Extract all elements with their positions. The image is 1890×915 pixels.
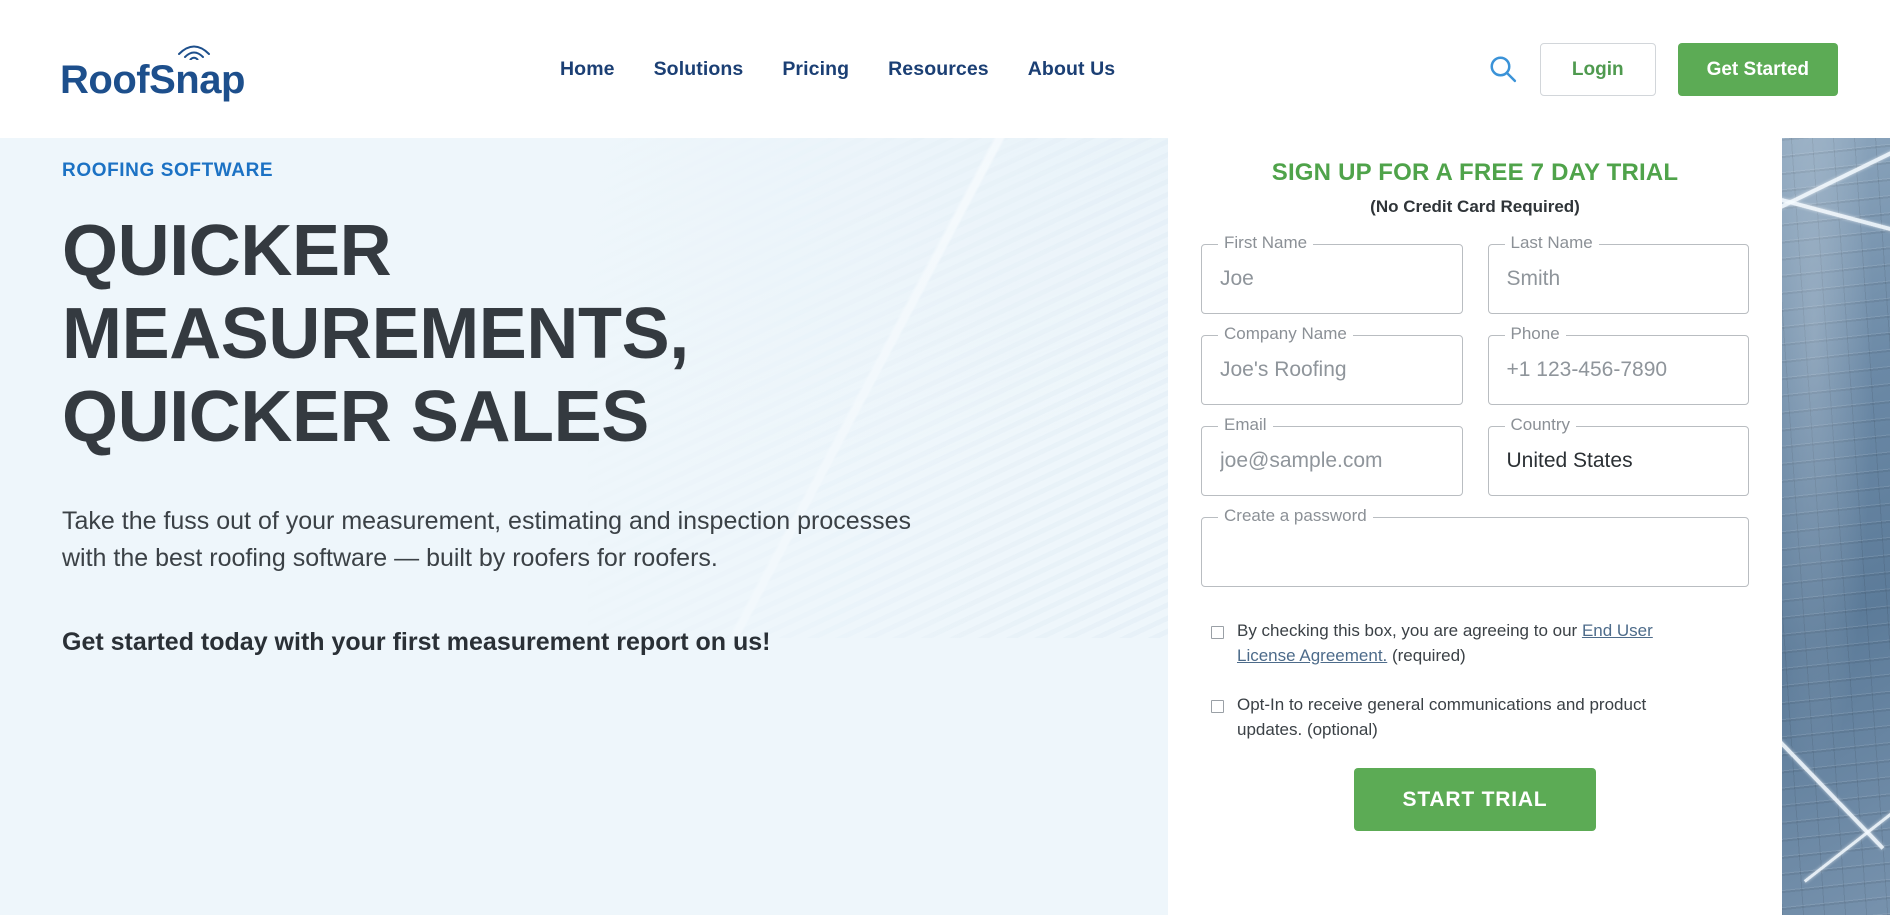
optin-checkbox-text: Opt-In to receive general communications…: [1237, 695, 1647, 739]
submit-row: START TRIAL: [1168, 767, 1782, 831]
hero-paragraph: Take the fuss out of your measurement, e…: [62, 507, 912, 572]
eula-checkbox[interactable]: [1211, 626, 1224, 639]
eula-checkbox-text: By checking this box, you are agreeing t…: [1237, 619, 1707, 668]
start-trial-button[interactable]: START TRIAL: [1353, 767, 1597, 831]
signup-title: SIGN UP FOR A FREE 7 DAY TRIAL: [1271, 159, 1679, 186]
field-phone[interactable]: Phone: [1487, 325, 1749, 405]
field-company-name[interactable]: Company Name: [1201, 325, 1463, 405]
hero-section: ROOFING SOFTWARE QUICKER MEASUREMENTS, Q…: [0, 138, 1168, 915]
field-country[interactable]: Country: [1487, 416, 1749, 496]
logo-snap: Snap: [149, 58, 245, 102]
field-email[interactable]: Email: [1201, 416, 1463, 496]
wifi-signal-arc-icon: [177, 45, 210, 60]
hero-content: ROOFING SOFTWARE QUICKER MEASUREMENTS, Q…: [62, 160, 1072, 657]
roofsnap-logo[interactable]: RoofSnap: [60, 28, 290, 100]
roof-background-photo: [1782, 138, 1890, 915]
optin-checkbox[interactable]: [1211, 700, 1224, 714]
site-header: RoofSnap Home Solutions Pricing Resource…: [0, 0, 1890, 138]
nav-item-about-us[interactable]: About Us: [1028, 58, 1115, 81]
eula-prefix: By checking this box, you are agreeing t…: [1237, 621, 1582, 640]
optin-checkbox-row[interactable]: Opt-In to receive general communications…: [1211, 693, 1749, 742]
signup-subtitle: (No Credit Card Required): [1370, 197, 1580, 216]
signup-form-panel: SIGN UP FOR A FREE 7 DAY TRIAL (No Credi…: [1168, 138, 1782, 915]
nav-item-pricing[interactable]: Pricing: [782, 58, 849, 81]
eula-suffix: (required): [1387, 645, 1466, 665]
eula-checkbox-row[interactable]: By checking this box, you are agreeing t…: [1211, 619, 1749, 668]
hero-cta-text: Get started today with your first measur…: [62, 627, 771, 656]
last-name-input[interactable]: [1488, 245, 1748, 313]
field-last-name[interactable]: Last Name: [1487, 234, 1749, 314]
field-create-password[interactable]: Create a password: [1201, 507, 1749, 587]
nav-item-solutions[interactable]: Solutions: [654, 58, 744, 81]
search-icon[interactable]: [1488, 54, 1518, 84]
hero-heading: QUICKER MEASUREMENTS, QUICKER SALES: [62, 211, 689, 458]
company-name-input[interactable]: [1202, 336, 1462, 404]
signup-fields: First Name Last Name Company Name Phone …: [1201, 234, 1749, 587]
main-navigation: Home Solutions Pricing Resources About U…: [560, 0, 1115, 138]
roof-photo-highlight: [1782, 138, 1890, 915]
nav-item-home[interactable]: Home: [560, 58, 615, 81]
signup-checkboxes: By checking this box, you are agreeing t…: [1211, 619, 1749, 743]
get-started-button[interactable]: Get Started: [1677, 42, 1838, 96]
field-first-name[interactable]: First Name: [1201, 234, 1463, 314]
hero-eyebrow: ROOFING SOFTWARE: [62, 160, 274, 181]
login-button[interactable]: Login: [1539, 42, 1656, 96]
create-password-input[interactable]: [1202, 518, 1748, 586]
phone-input[interactable]: [1488, 336, 1748, 404]
logo-roof: Roof: [60, 58, 150, 102]
logo-wordmark: RoofSnap: [60, 45, 245, 102]
header-actions: Login Get Started: [1488, 0, 1838, 138]
email-input[interactable]: [1202, 427, 1462, 495]
nav-item-resources[interactable]: Resources: [888, 58, 989, 81]
first-name-input[interactable]: [1202, 245, 1462, 313]
country-input[interactable]: [1488, 427, 1748, 495]
